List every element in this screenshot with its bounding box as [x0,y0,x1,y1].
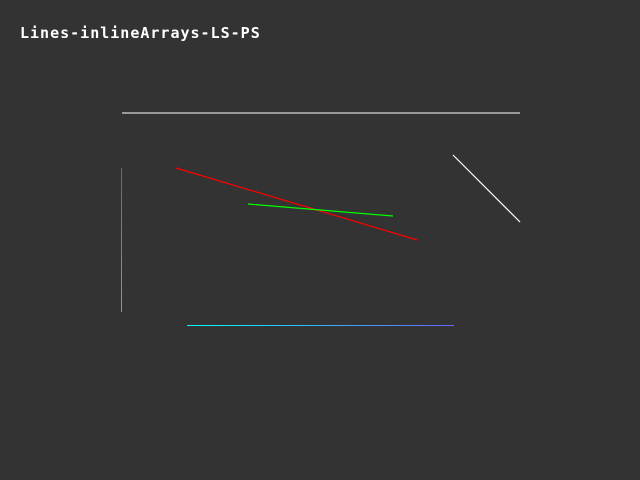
red-line [175,167,418,241]
green-line [247,203,394,217]
diagonal-white-line [452,154,521,223]
render-canvas [121,112,521,326]
